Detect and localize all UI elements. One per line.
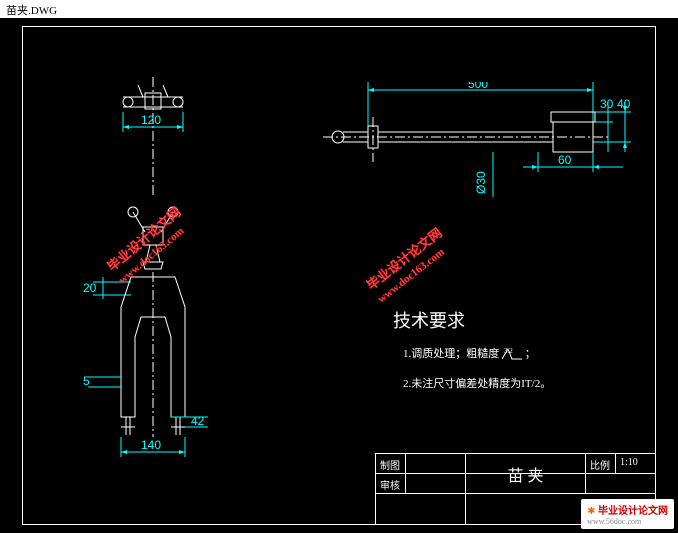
site-logo: ✱ 毕业设计论文网 www.56doc.com: [581, 499, 674, 529]
dim-120: 120: [123, 112, 183, 132]
tb-drawn-label: 制图: [376, 454, 406, 473]
tech-req-title: 技术要求: [393, 307, 465, 333]
file-name: 苗夹.DWG: [6, 5, 57, 17]
tb-drawn-value: [406, 454, 466, 473]
tb-scale-label: 比例: [586, 454, 616, 473]
dim-dia30: Ø30: [474, 152, 493, 197]
svg-text:30: 30: [600, 97, 614, 111]
fork-body: [121, 272, 185, 437]
dim-20: 20: [83, 277, 131, 299]
svg-text:40: 40: [617, 97, 631, 111]
svg-text:20: 20: [83, 281, 97, 295]
svg-text:140: 140: [141, 438, 161, 452]
dim-500: 500: [368, 82, 593, 137]
left-view-drawing: 120 20: [83, 77, 283, 467]
dim-140: 140: [121, 437, 185, 457]
cad-canvas[interactable]: 120 20: [0, 18, 678, 533]
tech-req-line2: 2.未注尺寸偏差处精度为IT/2。: [403, 375, 551, 391]
svg-text:5: 5: [83, 374, 90, 388]
right-view-drawing: 500 40 30: [323, 82, 643, 242]
svg-text:120: 120: [141, 113, 161, 127]
dim-5: 5: [83, 374, 121, 388]
tb-check-value: [406, 474, 466, 493]
window-titlebar: 苗夹.DWG: [0, 0, 678, 18]
tb-check-label: 审核: [376, 474, 406, 493]
part-name: 苗 夹: [466, 454, 586, 473]
svg-text:42: 42: [191, 414, 205, 428]
dim-42: 42: [171, 414, 208, 428]
svg-text:60: 60: [558, 153, 572, 167]
tb-scale-value: 1:10: [616, 454, 655, 473]
dim-30: 30: [593, 97, 614, 152]
drawing-frame: 120 20: [22, 26, 656, 525]
svg-text:500: 500: [468, 82, 488, 91]
top-clamp-icon: [123, 77, 183, 197]
tech-req-line1: 1.调质处理；粗糙度 3.2 ；: [403, 345, 536, 361]
svg-text:Ø30: Ø30: [474, 171, 488, 194]
linkage-icon: [128, 207, 178, 269]
dim-60: 60: [523, 152, 623, 172]
